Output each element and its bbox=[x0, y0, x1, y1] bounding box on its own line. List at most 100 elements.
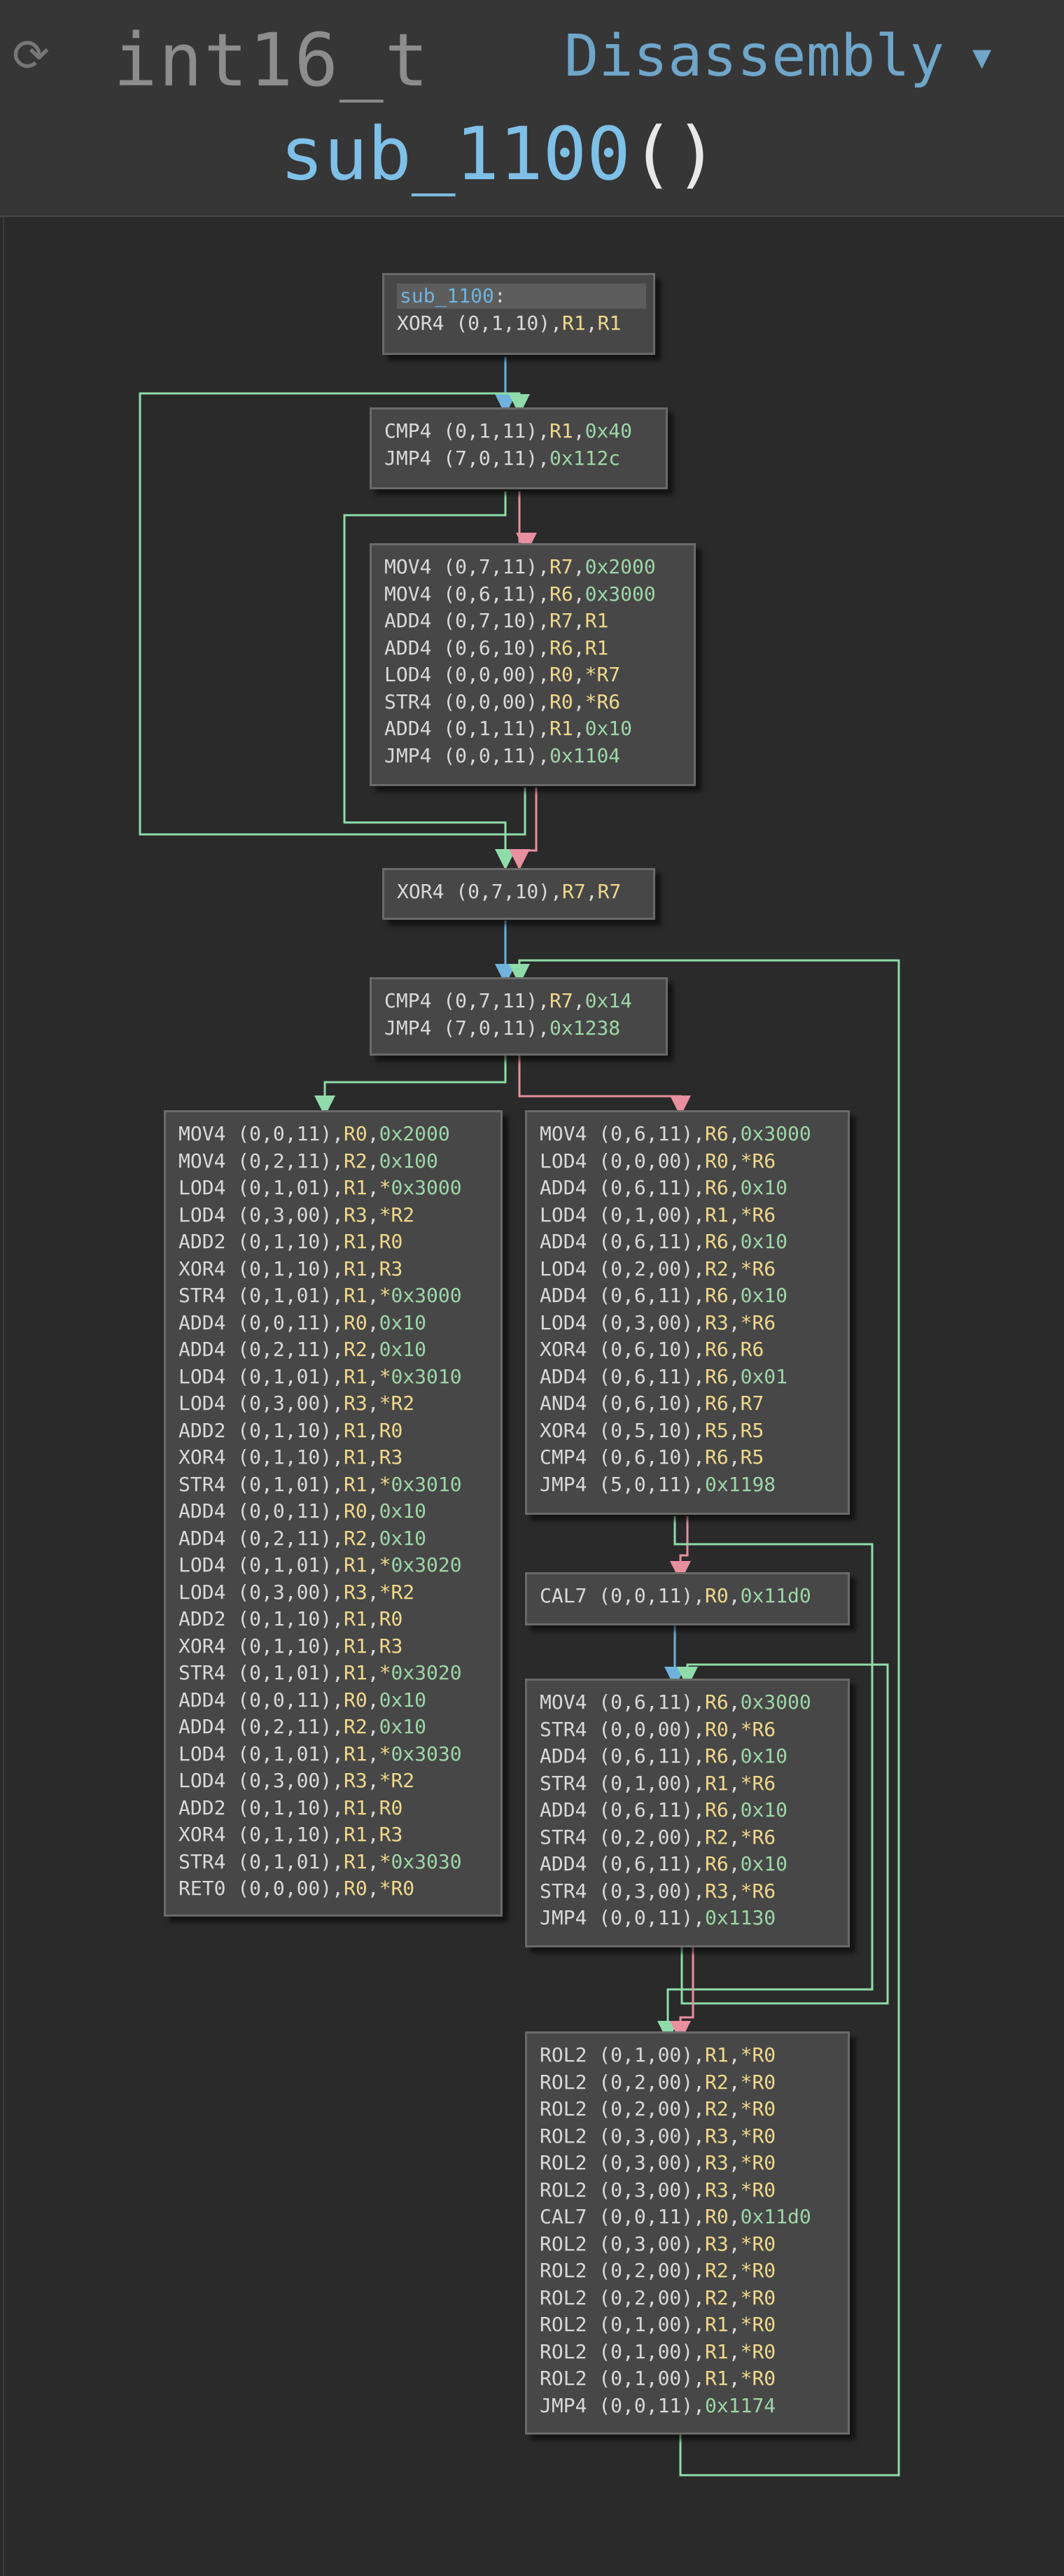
operand-register[interactable]: R1 bbox=[344, 1823, 368, 1846]
operand-register[interactable]: R1 bbox=[705, 2043, 729, 2066]
instruction-line[interactable]: LOD4 (0,0,00),R0,*R6 bbox=[540, 1148, 848, 1175]
operand-register[interactable]: *R0 bbox=[741, 2367, 776, 2390]
operand-register[interactable]: R1 bbox=[344, 1176, 368, 1199]
operand-register[interactable]: R2 bbox=[705, 2286, 729, 2309]
instruction-line[interactable]: STR4 (0,1,01),R1,*0x3000 bbox=[178, 1282, 500, 1310]
operand-register[interactable]: R3 bbox=[705, 1879, 729, 1903]
operand-register[interactable]: *R6 bbox=[741, 1772, 776, 1795]
instruction-line[interactable]: CAL7 (0,0,11),R0,0x11d0 bbox=[540, 1583, 848, 1610]
operand-register[interactable]: R3 bbox=[379, 1257, 403, 1280]
instruction-line[interactable]: ADD4 (0,6,11),R6,0x10 bbox=[540, 1743, 848, 1770]
operand-register[interactable]: R6 bbox=[705, 1230, 729, 1253]
instruction-line[interactable]: LOD4 (0,1,01),R1,*0x3020 bbox=[178, 1552, 500, 1579]
instruction-line[interactable]: LOD4 (0,3,00),R3,*R2 bbox=[178, 1390, 500, 1418]
operand-register[interactable]: *R0 bbox=[741, 2071, 776, 2094]
operand-immediate[interactable]: 0x3020 bbox=[391, 1553, 461, 1576]
operand-register[interactable]: R1 bbox=[344, 1850, 368, 1873]
instruction-line[interactable]: ADD4 (0,1,11),R1,0x10 bbox=[384, 715, 694, 743]
operand-immediate[interactable]: 0x40 bbox=[585, 419, 632, 442]
operand-register[interactable]: R7 bbox=[550, 609, 573, 632]
operand-register[interactable]: R1 bbox=[344, 1607, 368, 1630]
basic-block[interactable]: sub_1100: XOR4 (0,1,10),R1,R1 bbox=[382, 273, 655, 355]
instruction-line[interactable]: LOD4 (0,3,00),R3,*R2 bbox=[178, 1579, 500, 1606]
instruction-line[interactable]: ADD4 (0,6,11),R6,0x10 bbox=[540, 1851, 848, 1878]
operand-register[interactable]: R1 bbox=[344, 1365, 368, 1388]
operand-register[interactable]: * bbox=[379, 1553, 391, 1576]
instruction-line[interactable]: ADD4 (0,0,11),R0,0x10 bbox=[178, 1687, 500, 1714]
instruction-line[interactable]: ROL2 (0,3,00),R3,*R0 bbox=[540, 2177, 848, 2204]
instruction-line[interactable]: MOV4 (0,2,11),R2,0x100 bbox=[178, 1148, 500, 1175]
instruction-line[interactable]: MOV4 (0,0,11),R0,0x2000 bbox=[178, 1121, 500, 1148]
operand-register[interactable]: *R6 bbox=[741, 1826, 776, 1849]
operand-immediate[interactable]: 0x10 bbox=[379, 1499, 426, 1522]
operand-immediate[interactable]: 0x10 bbox=[741, 1852, 788, 1875]
instruction-line[interactable]: XOR4 (0,1,10),R1,R3 bbox=[178, 1821, 500, 1849]
operand-register[interactable]: R0 bbox=[379, 1419, 403, 1442]
operand-register[interactable]: * bbox=[379, 1742, 391, 1765]
instruction-line[interactable]: ADD4 (0,6,11),R6,0x10 bbox=[540, 1797, 848, 1824]
operand-immediate[interactable]: 0x1238 bbox=[550, 1016, 620, 1040]
operand-register[interactable]: R1 bbox=[705, 2340, 729, 2363]
instruction-line[interactable]: ADD2 (0,1,10),R1,R0 bbox=[178, 1795, 500, 1822]
instruction-line[interactable]: ROL2 (0,1,00),R1,*R0 bbox=[540, 2365, 848, 2393]
operand-immediate[interactable]: 0x3000 bbox=[391, 1176, 461, 1199]
operand-register[interactable]: R6 bbox=[550, 582, 573, 606]
operand-register[interactable]: *R0 bbox=[741, 2124, 776, 2148]
instruction-line[interactable]: LOD4 (0,1,01),R1,*0x3000 bbox=[178, 1175, 500, 1202]
instruction-line[interactable]: ROL2 (0,2,00),R2,*R0 bbox=[540, 2069, 848, 2096]
instruction-line[interactable]: LOD4 (0,1,01),R1,*0x3010 bbox=[178, 1364, 500, 1391]
basic-block[interactable]: CMP4 (0,7,11),R7,0x14 JMP4 (7,0,11),0x123… bbox=[370, 977, 668, 1056]
operand-register[interactable]: R0 bbox=[705, 2205, 729, 2228]
operand-immediate[interactable]: 0x3000 bbox=[585, 582, 656, 606]
instruction-line[interactable]: ROL2 (0,3,00),R3,*R0 bbox=[540, 2150, 848, 2177]
operand-register[interactable]: R5 bbox=[705, 1419, 729, 1442]
instruction-line[interactable]: STR4 (0,1,00),R1,*R6 bbox=[540, 1770, 848, 1798]
instruction-line[interactable]: STR4 (0,1,01),R1,*0x3030 bbox=[178, 1849, 500, 1876]
operand-immediate[interactable]: 0x1174 bbox=[705, 2394, 776, 2417]
operand-register[interactable]: *R7 bbox=[585, 663, 621, 686]
instruction-line[interactable]: XOR4 (0,7,10),R7,R7 bbox=[397, 878, 653, 906]
operand-register[interactable]: R0 bbox=[550, 663, 573, 686]
operand-immediate[interactable]: 0x1104 bbox=[550, 744, 620, 767]
instruction-line[interactable]: JMP4 (0,0,11),0x1130 bbox=[540, 1905, 848, 1932]
operand-register[interactable]: *R0 bbox=[741, 2097, 776, 2120]
instruction-line[interactable]: ADD4 (0,7,10),R7,R1 bbox=[384, 608, 694, 635]
operand-register[interactable]: R2 bbox=[705, 2097, 729, 2120]
operand-register[interactable]: R1 bbox=[344, 1446, 368, 1469]
operand-register[interactable]: R0 bbox=[344, 1688, 368, 1712]
operand-register[interactable]: R2 bbox=[344, 1338, 368, 1361]
instruction-line[interactable]: ADD4 (0,2,11),R2,0x10 bbox=[178, 1336, 500, 1364]
instruction-line[interactable]: XOR4 (0,5,10),R5,R5 bbox=[540, 1418, 848, 1445]
instruction-line[interactable]: ROL2 (0,3,00),R3,*R0 bbox=[540, 2231, 848, 2258]
instruction-line[interactable]: ADD4 (0,6,11),R6,0x10 bbox=[540, 1282, 848, 1310]
operand-register[interactable]: R1 bbox=[705, 1772, 729, 1795]
operand-immediate[interactable]: 0x10 bbox=[379, 1338, 426, 1361]
operand-immediate[interactable]: 0x1198 bbox=[705, 1473, 776, 1496]
instruction-line[interactable]: MOV4 (0,6,11),R6,0x3000 bbox=[540, 1121, 848, 1148]
operand-register[interactable]: R5 bbox=[741, 1446, 764, 1469]
operand-immediate[interactable]: 0x2000 bbox=[379, 1122, 450, 1145]
operand-register[interactable]: *R6 bbox=[741, 1203, 776, 1226]
operand-register[interactable]: *R2 bbox=[379, 1203, 415, 1226]
instruction-line[interactable]: ROL2 (0,1,00),R1,*R0 bbox=[540, 2311, 848, 2339]
operand-register[interactable]: R1 bbox=[550, 419, 573, 442]
operand-register[interactable]: R0 bbox=[344, 1877, 368, 1900]
instruction-line[interactable]: CMP4 (0,7,11),R7,0x14 bbox=[384, 988, 666, 1015]
operand-register[interactable]: R2 bbox=[705, 2259, 729, 2282]
operand-register[interactable]: R6 bbox=[705, 1392, 729, 1415]
operand-register[interactable]: R3 bbox=[705, 2232, 729, 2255]
operand-register[interactable]: R3 bbox=[344, 1581, 368, 1604]
operand-immediate[interactable]: 0x10 bbox=[379, 1688, 426, 1712]
instruction-line[interactable]: LOD4 (0,1,01),R1,*0x3030 bbox=[178, 1741, 500, 1768]
basic-block[interactable]: MOV4 (0,0,11),R0,0x2000 MOV4 (0,2,11),R2,… bbox=[164, 1110, 503, 1917]
operand-register[interactable]: R6 bbox=[705, 1690, 729, 1714]
operand-immediate[interactable]: 0x10 bbox=[379, 1527, 426, 1550]
operand-register[interactable]: *R0 bbox=[741, 2340, 776, 2363]
operand-immediate[interactable]: 0x10 bbox=[741, 1798, 788, 1821]
instruction-line[interactable]: STR4 (0,1,01),R1,*0x3010 bbox=[178, 1471, 500, 1499]
instruction-line[interactable]: XOR4 (0,1,10),R1,R3 bbox=[178, 1256, 500, 1283]
operand-immediate[interactable]: 0x10 bbox=[379, 1311, 426, 1334]
operand-register[interactable]: R1 bbox=[344, 1661, 368, 1684]
operand-immediate[interactable]: 0x3000 bbox=[741, 1122, 811, 1145]
operand-register[interactable]: * bbox=[379, 1850, 391, 1873]
